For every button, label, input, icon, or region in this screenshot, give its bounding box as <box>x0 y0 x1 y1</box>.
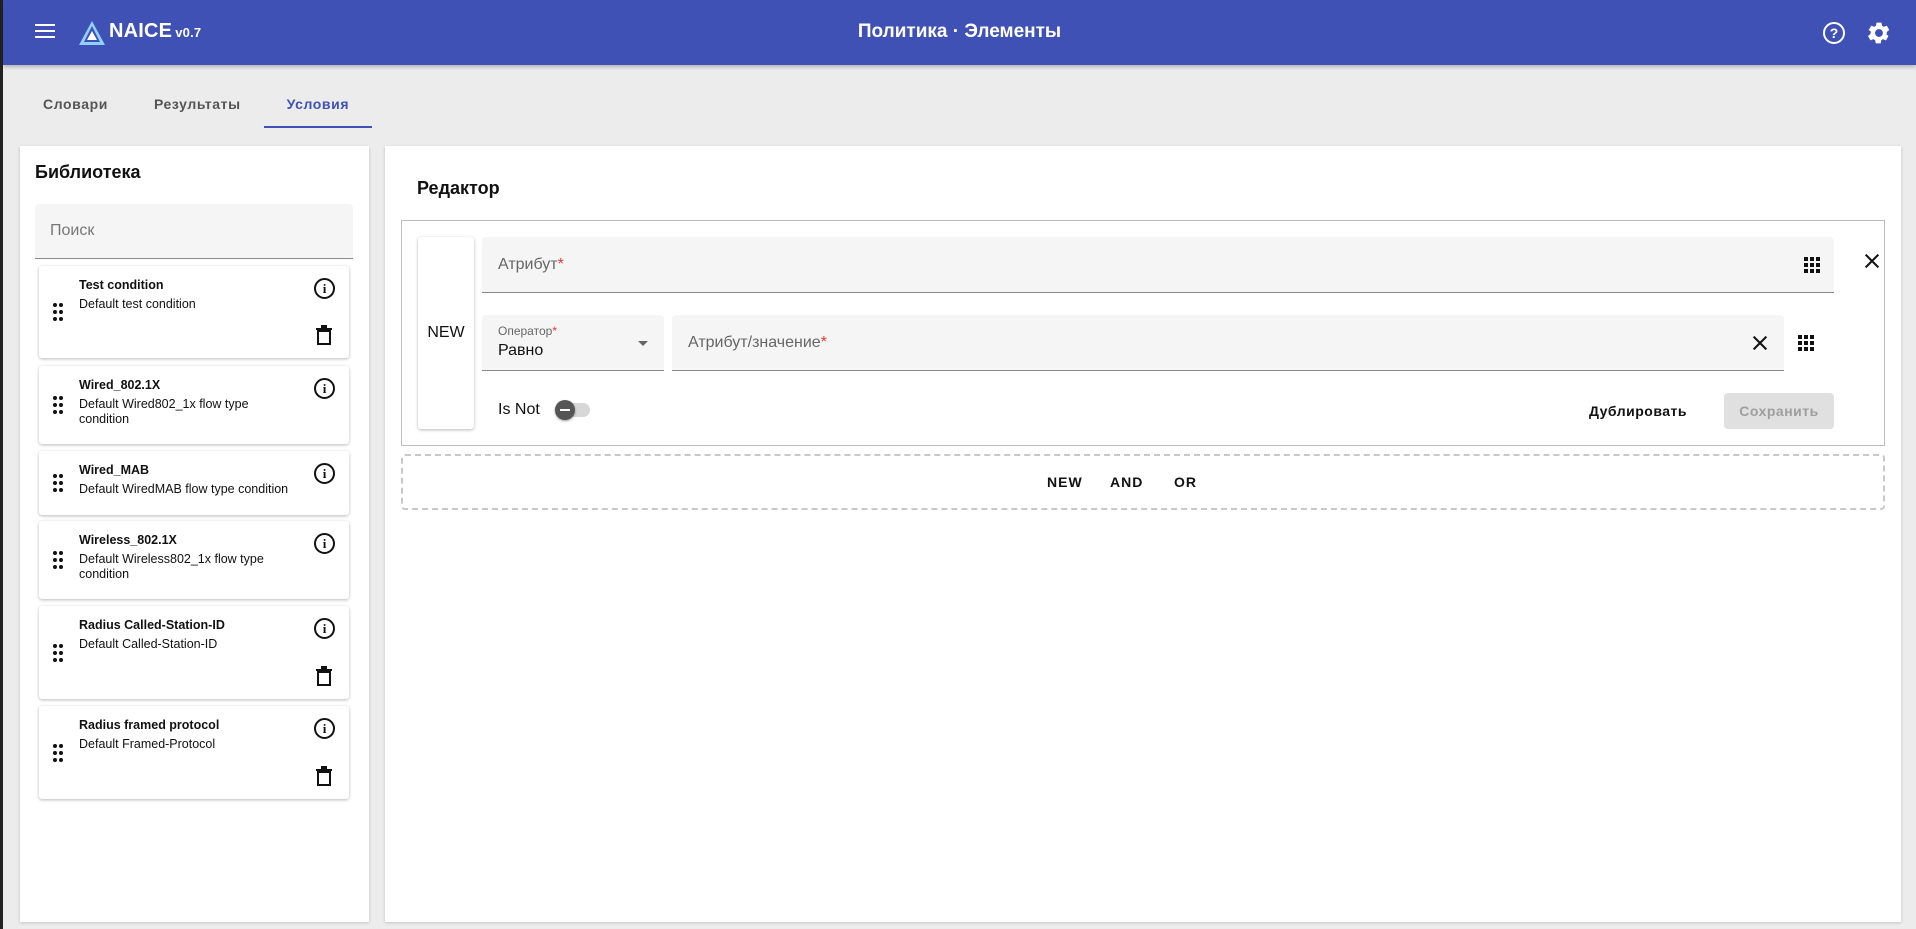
delete-icon[interactable] <box>316 325 332 345</box>
condition-description: Default Framed-Protocol <box>79 737 216 751</box>
condition-card[interactable]: Test condition Default test condition i <box>39 266 349 358</box>
tab-conditions[interactable]: Условия <box>263 80 373 128</box>
condition-description: Default Called-Station-ID <box>79 637 218 651</box>
operator-value: Равно <box>498 342 544 359</box>
search-field[interactable] <box>35 204 353 259</box>
attribute-label: Атрибут* <box>498 256 564 273</box>
info-icon[interactable]: i <box>314 618 335 639</box>
drag-handle-icon[interactable] <box>53 551 65 569</box>
app-header: NAICE v0.7 Политика · Элементы ? <box>3 0 1916 65</box>
info-icon[interactable]: i <box>314 278 335 299</box>
condition-name: Test condition <box>79 278 164 292</box>
condition-description: Default Wireless802_1x flow type conditi… <box>79 552 264 581</box>
condition-card[interactable]: Wired_MAB Default WiredMAB flow type con… <box>39 451 349 515</box>
condition-name: Radius framed protocol <box>79 718 220 732</box>
condition-name: Radius Called-Station-ID <box>79 618 225 632</box>
drag-handle-icon[interactable] <box>53 643 65 662</box>
condition-card[interactable]: Wireless_802.1X Default Wireless802_1x f… <box>39 521 349 599</box>
condition-name: Wired_802.1X <box>79 378 161 392</box>
condition-card[interactable]: Radius Called-Station-ID Default Called-… <box>39 606 349 699</box>
help-icon[interactable]: ? <box>1823 22 1845 44</box>
settings-gear-icon[interactable] <box>1866 20 1892 46</box>
drag-handle-icon[interactable] <box>53 303 65 321</box>
condition-card[interactable]: Wired_802.1X Default Wired802_1x flow ty… <box>39 366 349 444</box>
condition-description: Default test condition <box>79 297 196 311</box>
condition-name: Wired_MAB <box>79 463 150 477</box>
value-label: Атрибут/значение* <box>688 334 827 351</box>
value-picker-grid-icon[interactable] <box>1798 335 1814 351</box>
add-and-button[interactable]: AND <box>1110 474 1143 490</box>
drag-handle-icon[interactable] <box>53 474 65 492</box>
add-new-button[interactable]: NEW <box>1047 474 1083 490</box>
page-title: Политика · Элементы <box>857 21 1062 42</box>
condition-description: Default WiredMAB flow type condition <box>79 482 289 496</box>
condition-card[interactable]: Radius framed protocol Default Framed-Pr… <box>39 706 349 799</box>
delete-icon[interactable] <box>316 766 332 786</box>
operator-select[interactable]: Оператор* Равно <box>482 315 664 371</box>
delete-icon[interactable] <box>316 666 332 686</box>
condition-name: Wireless_802.1X <box>79 533 177 547</box>
add-condition-dropzone: NEW AND OR <box>401 454 1885 510</box>
info-icon[interactable]: i <box>314 378 335 399</box>
attribute-field[interactable]: Атрибут* <box>482 237 1834 293</box>
condition-description: Default Wired802_1x flow type condition <box>79 397 249 426</box>
duplicate-button[interactable]: Дублировать <box>1578 393 1698 429</box>
info-icon[interactable]: i <box>314 718 335 739</box>
condition-new-tag: NEW <box>418 237 474 429</box>
save-button[interactable]: Сохранить <box>1724 393 1834 429</box>
library-title: Библиотека <box>35 162 141 182</box>
isnot-toggle[interactable] <box>555 400 590 420</box>
drag-handle-icon[interactable] <box>53 743 65 762</box>
clear-value-close-icon[interactable] <box>1752 335 1768 351</box>
info-icon[interactable]: i <box>314 533 335 554</box>
search-input[interactable] <box>35 204 353 258</box>
tab-results[interactable]: Результаты <box>131 80 264 128</box>
window-border <box>0 0 3 929</box>
tab-bar: Словари Результаты Условия <box>20 80 373 128</box>
toggle-knob[interactable] <box>555 400 575 420</box>
dropdown-arrow-icon <box>638 341 648 346</box>
library-panel: Библиотека Test condition Default test c… <box>20 146 369 922</box>
condition-editor: NEW Атрибут* Оператор* Равно Атрибут/зна… <box>401 220 1885 446</box>
operator-label: Оператор* <box>498 324 557 338</box>
add-or-button[interactable]: OR <box>1174 474 1197 490</box>
isnot-label: Is Not <box>498 401 540 418</box>
editor-title: Редактор <box>417 178 500 198</box>
drag-handle-icon[interactable] <box>53 396 65 414</box>
attribute-picker-grid-icon[interactable] <box>1804 257 1820 273</box>
info-icon[interactable]: i <box>314 463 335 484</box>
remove-condition-close-icon[interactable] <box>1864 253 1880 269</box>
value-field[interactable]: Атрибут/значение* <box>672 315 1784 371</box>
editor-panel: Редактор NEW Атрибут* Оператор* Равно Ат… <box>385 146 1901 922</box>
tab-dictionaries[interactable]: Словари <box>20 80 131 128</box>
